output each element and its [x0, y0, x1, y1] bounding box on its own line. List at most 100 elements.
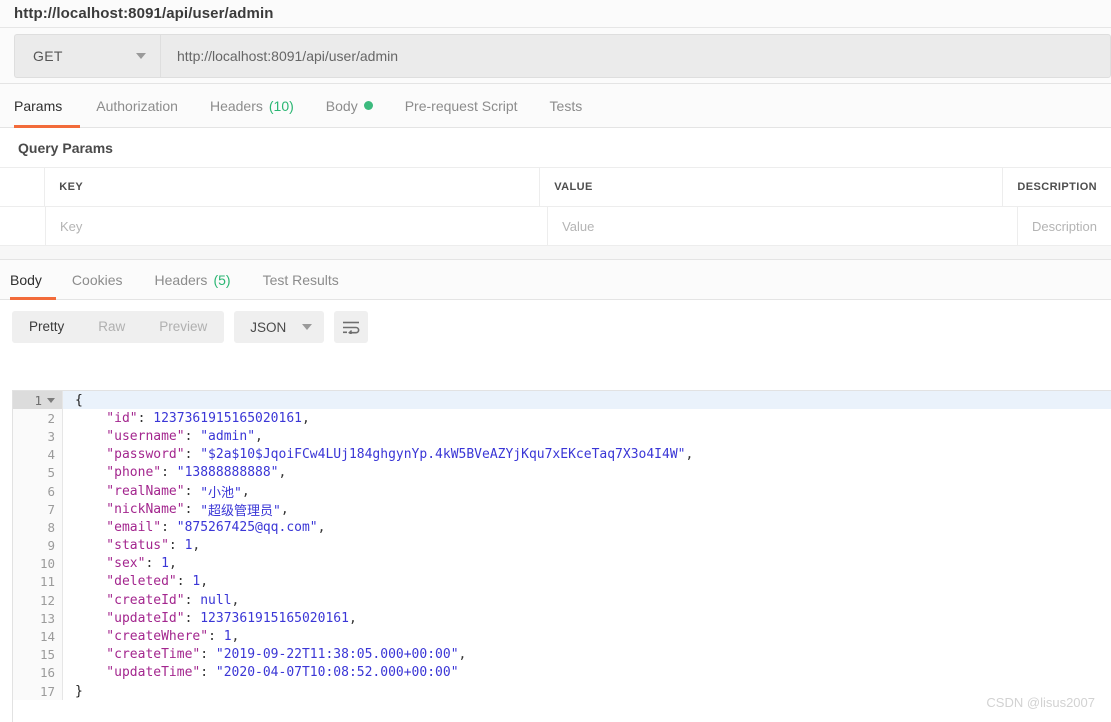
code-token: ,: [278, 465, 287, 481]
param-key-input[interactable]: Key: [46, 207, 549, 245]
code-line: 10 "sex": 1,: [13, 554, 1111, 573]
tab-label: Tests: [549, 97, 583, 114]
code-token: 1237361915165020161: [200, 610, 349, 626]
line-number-gutter: 7: [13, 500, 63, 519]
tab-count-badge: (10): [268, 97, 294, 114]
format-option-preview[interactable]: Preview: [142, 311, 224, 343]
code-line-text: "status": 1,: [63, 537, 200, 555]
code-token: ,: [685, 447, 694, 463]
code-line: 2 "id": 1237361915165020161,: [13, 409, 1111, 428]
code-token: :: [176, 574, 193, 590]
code-line: 5 "phone": "13888888888",: [13, 463, 1111, 482]
code-line: 17}: [13, 682, 1111, 701]
code-line-text: "username": "admin",: [63, 427, 263, 445]
table-footer-spacer: [0, 246, 1111, 260]
code-line: 8 "email": "875267425@qq.com",: [13, 518, 1111, 537]
url-input[interactable]: http://localhost:8091/api/user/admin: [160, 33, 1111, 78]
fold-toggle-icon[interactable]: [47, 397, 55, 403]
code-line-text: "updateTime": "2020-04-07T10:08:52.000+0…: [63, 664, 458, 682]
code-token: "password": [75, 447, 185, 463]
chevron-down-icon: [302, 324, 313, 330]
code-token: {: [75, 392, 83, 408]
code-token: }: [75, 683, 83, 699]
code-token: :: [200, 665, 216, 681]
code-token: ,: [168, 556, 177, 572]
code-line: 12 "createId": null,: [13, 591, 1111, 610]
tab-label: Body: [10, 271, 42, 288]
param-description-input[interactable]: Description: [1018, 207, 1111, 245]
code-token: 1: [161, 556, 169, 572]
code-line: 7 "nickName": "超级管理员",: [13, 500, 1111, 519]
response-body-viewer[interactable]: 1{2 "id": 1237361915165020161, 3 "usernam…: [12, 390, 1111, 722]
row-checkbox-cell[interactable]: [0, 207, 46, 245]
code-line-text: "createId": null,: [63, 591, 239, 609]
format-option-pretty[interactable]: Pretty: [12, 311, 81, 343]
format-option-raw[interactable]: Raw: [81, 311, 142, 343]
code-token: "phone": [75, 465, 162, 481]
code-token: ,: [241, 483, 250, 499]
line-number-gutter: 4: [13, 445, 63, 464]
tab-pre-request-script[interactable]: Pre-request Script: [389, 84, 534, 127]
tab-headers[interactable]: Headers (10): [194, 84, 310, 127]
code-token: "nickName": [75, 501, 185, 517]
code-token: ,: [302, 410, 310, 426]
column-header-key: KEY: [45, 168, 541, 206]
http-method-label: GET: [33, 47, 63, 64]
code-line-text: "deleted": 1,: [63, 573, 208, 591]
code-line: 14 "createWhere": 1,: [13, 627, 1111, 646]
code-line-text: "phone": "13888888888",: [63, 464, 286, 482]
tab-label: Test Results: [262, 271, 339, 288]
code-line-text: "realName": "小池",: [63, 482, 250, 501]
language-dropdown[interactable]: JSON: [234, 311, 325, 343]
line-number-gutter: 6: [13, 481, 63, 501]
response-tab-test-results[interactable]: Test Results: [247, 260, 355, 299]
tab-params[interactable]: Params: [14, 84, 81, 128]
line-number: 13: [39, 610, 55, 626]
line-number-gutter: 12: [13, 591, 63, 610]
line-number: 7: [47, 501, 55, 517]
word-wrap-button[interactable]: [334, 311, 369, 343]
line-number: 11: [39, 574, 55, 590]
code-line: 6 "realName": "小池",: [13, 481, 1111, 501]
line-number-gutter: 17: [13, 682, 63, 701]
tab-tests[interactable]: Tests: [534, 84, 599, 127]
line-number: 17: [39, 683, 55, 699]
line-number: 5: [47, 465, 55, 481]
code-line-text: "password": "$2a$10$JqoiFCw4LUj184ghgynY…: [63, 446, 693, 464]
tab-count-badge: (5): [213, 271, 231, 288]
code-token: "$2a$10$JqoiFCw4LUj184ghgynYp.4kW5BVeAZY…: [200, 447, 686, 463]
tab-authorization[interactable]: Authorization: [80, 84, 194, 127]
line-number: 15: [39, 647, 55, 663]
table-row[interactable]: Key Value Description: [0, 207, 1111, 246]
line-number: 14: [39, 629, 55, 645]
code-token: :: [184, 501, 201, 517]
line-number-gutter: 2: [13, 409, 63, 428]
request-title-bar: http://localhost:8091/api/user/admin: [0, 0, 1111, 28]
response-tab-headers[interactable]: Headers (5): [139, 260, 247, 299]
response-tab-cookies[interactable]: Cookies: [56, 260, 139, 299]
code-token: "sex": [75, 556, 146, 572]
param-value-input[interactable]: Value: [548, 207, 1018, 245]
code-token: :: [168, 538, 185, 554]
code-line-text: "createTime": "2019-09-22T11:38:05.000+0…: [63, 646, 466, 664]
code-token: 1: [223, 629, 232, 645]
code-token: 1: [192, 574, 201, 590]
code-token: :: [161, 465, 177, 481]
code-token: ,: [348, 610, 357, 626]
tab-body[interactable]: Body: [310, 84, 389, 127]
code-line-text: "id": 1237361915165020161,: [63, 409, 310, 427]
tab-label: Headers: [209, 97, 263, 114]
code-line: 11 "deleted": 1,: [13, 572, 1111, 592]
language-label: JSON: [250, 319, 287, 335]
http-method-dropdown[interactable]: GET: [14, 33, 160, 78]
code-token: ,: [231, 629, 240, 645]
line-number-gutter: 5: [13, 463, 63, 482]
body-present-dot-icon: [363, 101, 373, 110]
response-tab-body[interactable]: Body: [10, 260, 56, 300]
header-checkbox-cell: [0, 168, 46, 206]
query-params-heading: Query Params: [0, 128, 1111, 168]
code-token: ,: [280, 501, 289, 517]
code-token: "2019-09-22T11:38:05.000+00:00": [215, 647, 459, 663]
line-number: 3: [47, 428, 55, 444]
code-line-text: "createWhere": 1,: [63, 627, 239, 645]
